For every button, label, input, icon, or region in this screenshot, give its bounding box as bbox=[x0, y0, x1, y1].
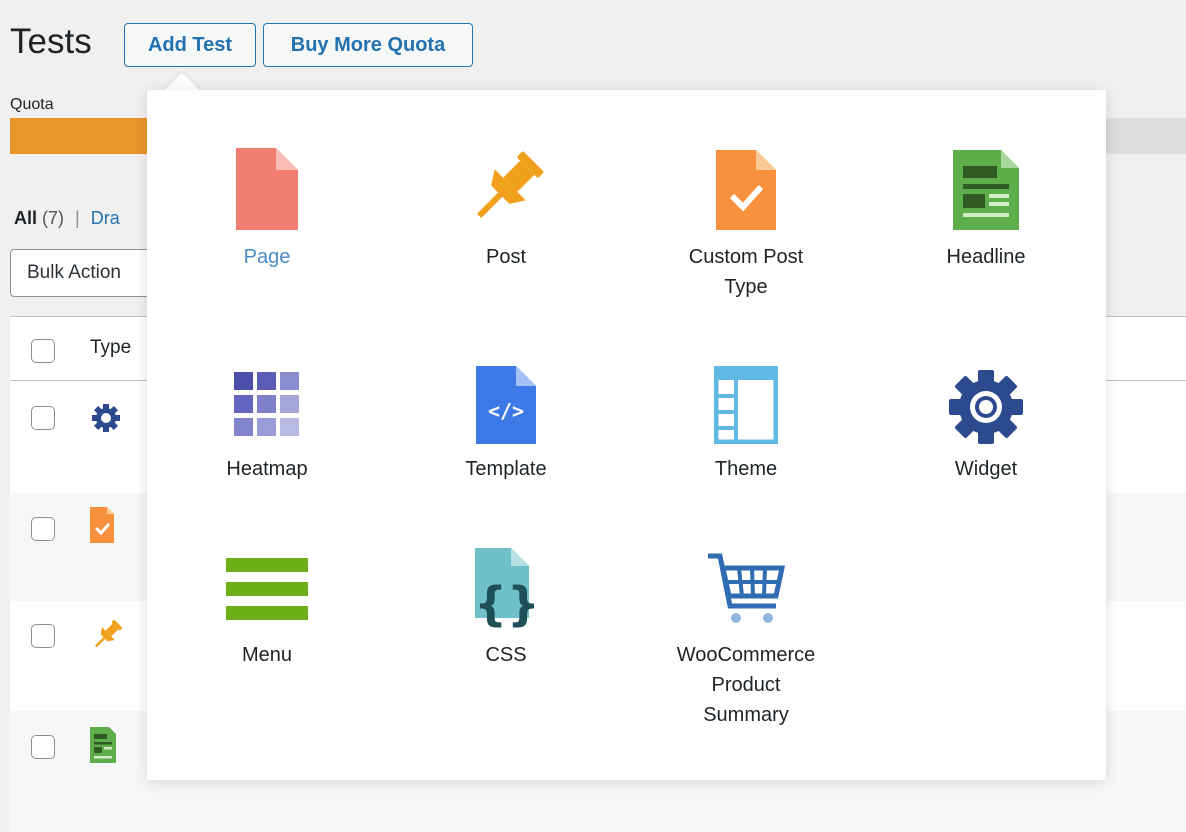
widget-gear-icon bbox=[92, 404, 120, 432]
test-type-heatmap[interactable]: Heatmap bbox=[167, 366, 367, 480]
test-type-label: Post bbox=[485, 246, 527, 268]
headline-icon bbox=[90, 727, 116, 763]
test-type-widget[interactable]: Widget bbox=[886, 366, 1086, 480]
status-filter-links: All (7) | Dra bbox=[14, 208, 120, 229]
test-type-label: Page bbox=[243, 246, 291, 268]
headline-icon bbox=[953, 150, 1019, 230]
test-type-woocommerce-product-summary[interactable]: WooCommerce Product Summary bbox=[646, 552, 846, 732]
css-icon: {} bbox=[474, 548, 540, 628]
pushpin-icon bbox=[477, 151, 544, 218]
test-type-label: Menu bbox=[241, 644, 293, 666]
page-icon bbox=[236, 148, 298, 230]
test-type-headline[interactable]: Headline bbox=[886, 148, 1086, 268]
test-type-theme[interactable]: Theme bbox=[646, 366, 846, 480]
theme-icon bbox=[714, 366, 778, 444]
test-type-label: Heatmap bbox=[226, 458, 308, 480]
filter-all-count: (7) bbox=[42, 208, 65, 228]
test-type-label: Template bbox=[465, 458, 547, 480]
page-title: Tests bbox=[10, 22, 92, 61]
select-all-checkbox[interactable] bbox=[31, 339, 55, 363]
filter-separator: | bbox=[75, 208, 80, 228]
row-checkbox[interactable] bbox=[31, 517, 55, 541]
test-type-label: CSS bbox=[485, 644, 527, 666]
template-icon: </> bbox=[476, 366, 536, 444]
test-type-label: Widget bbox=[954, 458, 1018, 480]
test-type-label: Custom Post Type bbox=[688, 246, 804, 298]
add-test-button[interactable]: Add Test bbox=[124, 23, 256, 67]
custom-post-type-icon bbox=[90, 507, 114, 543]
svg-text:{}: {} bbox=[474, 577, 540, 628]
menu-icon bbox=[226, 558, 308, 620]
test-type-label: WooCommerce Product Summary bbox=[676, 644, 816, 726]
heatmap-icon bbox=[234, 372, 299, 436]
row-checkbox[interactable] bbox=[31, 624, 55, 648]
post-pin-icon bbox=[94, 619, 123, 648]
filter-drafts-link[interactable]: Dra bbox=[91, 208, 120, 228]
filter-all-link[interactable]: All bbox=[14, 208, 37, 228]
svg-text:</>: </> bbox=[488, 399, 524, 423]
add-test-type-popup: Page Post Custom Post Type Headline Heat… bbox=[147, 90, 1106, 780]
test-type-css[interactable]: {} CSS bbox=[406, 548, 606, 666]
test-type-custom-post-type[interactable]: Custom Post Type bbox=[646, 148, 846, 298]
gear-icon bbox=[949, 370, 1023, 444]
column-header-type: Type bbox=[90, 337, 132, 358]
row-checkbox[interactable] bbox=[31, 735, 55, 759]
buy-more-quota-button[interactable]: Buy More Quota bbox=[263, 23, 473, 67]
test-type-label: Headline bbox=[946, 246, 1026, 268]
custom-post-type-icon bbox=[716, 150, 776, 230]
quota-label: Quota bbox=[10, 96, 54, 113]
test-type-post[interactable]: Post bbox=[406, 148, 606, 268]
test-type-menu[interactable]: Menu bbox=[167, 558, 367, 666]
test-type-template[interactable]: </> Template bbox=[406, 366, 606, 480]
cart-icon bbox=[708, 553, 786, 623]
row-checkbox[interactable] bbox=[31, 406, 55, 430]
test-type-label: Theme bbox=[714, 458, 778, 480]
test-type-page[interactable]: Page bbox=[167, 148, 367, 268]
quota-progress-fill bbox=[10, 118, 152, 154]
